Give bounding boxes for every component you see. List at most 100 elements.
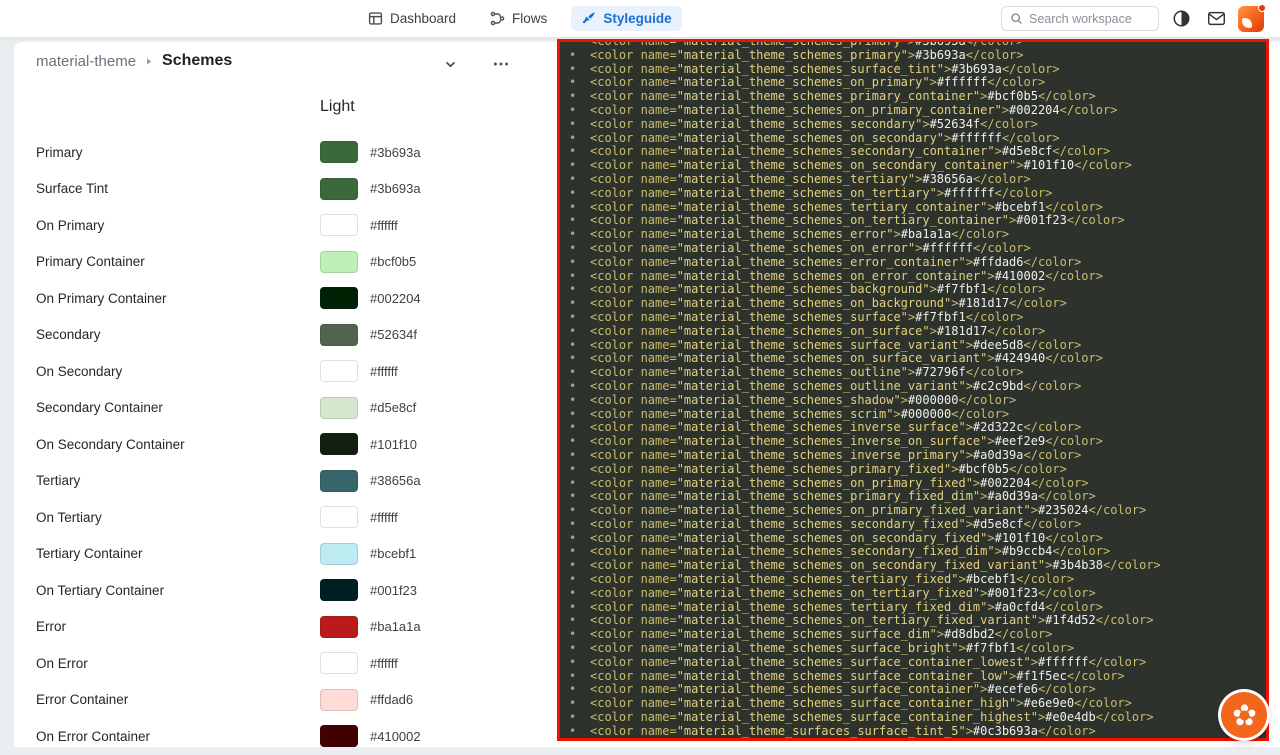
tab-label: Styleguide [603, 11, 672, 26]
code-line: • <color name="material_theme_schemes_out… [569, 366, 1024, 380]
color-swatch[interactable] [320, 396, 358, 419]
token-label: Tertiary Container [36, 546, 143, 562]
xml-code: • <color name="material_theme_schemes_pri… [560, 39, 1266, 738]
color-swatch[interactable] [320, 323, 358, 346]
code-line: • <color name="material_theme_schemes_on_… [569, 352, 1103, 366]
code-line: • <color name="material_theme_schemes_out… [569, 379, 1082, 393]
color-swatch[interactable] [320, 287, 358, 310]
theme-toggle-button[interactable] [1168, 6, 1194, 32]
token-label: Primary Container [36, 254, 145, 270]
page-dropdown-button[interactable] [444, 58, 457, 71]
color-swatch[interactable] [320, 360, 358, 383]
code-line: • <color name="material_theme_schemes_on_… [569, 559, 1161, 573]
code-line: • <color name="material_theme_schemes_on_… [569, 76, 1046, 90]
code-line: • <color name="material_theme_schemes_on_… [569, 103, 1118, 117]
token-label: On Error [36, 655, 88, 671]
code-line: • <color name="material_theme_schemes_sur… [569, 683, 1096, 697]
token-label: Surface Tint [36, 181, 109, 197]
code-line: • <color name="material_theme_schemes_sec… [569, 517, 1082, 531]
code-export-panel[interactable]: • <color name="material_theme_schemes_pri… [557, 39, 1269, 741]
token-label: Tertiary [36, 473, 81, 489]
flows-icon [490, 11, 505, 26]
token-label: On Secondary Container [36, 436, 185, 452]
tab-dashboard[interactable]: Dashboard [358, 6, 466, 31]
code-line: • <color name="material_theme_schemes_ter… [569, 600, 1103, 614]
top-navigation-bar: Dashboard Flows Styleguide [0, 0, 1280, 38]
code-line: • <color name="material_theme_schemes_err… [569, 255, 1082, 269]
search-input[interactable] [1029, 11, 1150, 26]
color-swatch[interactable] [320, 652, 358, 675]
color-swatch[interactable] [320, 141, 358, 164]
code-line: • <color name="material_theme_schemes_sur… [569, 669, 1125, 683]
tab-label: Dashboard [390, 11, 457, 26]
breadcrumb: material-theme Schemes [36, 52, 232, 70]
code-line: • <color name="material_theme_surfaces_su… [569, 724, 1096, 738]
code-line: • <color name="material_theme_schemes_on_… [569, 297, 1067, 311]
color-swatch[interactable] [320, 469, 358, 492]
code-line: • <color name="material_theme_schemes_inv… [569, 448, 1082, 462]
workspace-search[interactable] [1001, 6, 1159, 31]
ellipsis-icon [493, 62, 509, 66]
color-swatch[interactable] [320, 177, 358, 200]
token-label: Secondary Container [36, 400, 163, 416]
code-line: • <color name="material_theme_schemes_pri… [569, 48, 1024, 62]
code-line: • <color name="material_theme_schemes_sur… [569, 711, 1154, 725]
code-line: • <color name="material_theme_schemes_pri… [569, 462, 1067, 476]
token-label: On Secondary [36, 363, 123, 379]
color-swatch[interactable] [320, 579, 358, 602]
code-line: • <color name="material_theme_schemes_on_… [569, 241, 1031, 255]
token-label: Error [36, 619, 66, 635]
code-line: • <color name="material_theme_schemes_scr… [569, 407, 1010, 421]
code-line: • <color name="material_theme_schemes_sur… [569, 655, 1147, 669]
token-label: On Tertiary Container [36, 582, 165, 598]
code-line: • <color name="material_theme_schemes_on_… [569, 269, 1103, 283]
color-swatch[interactable] [320, 250, 358, 273]
color-swatch[interactable] [320, 542, 358, 565]
code-line: • <color name="material_theme_schemes_sur… [569, 628, 1053, 642]
main-nav-tabs: Dashboard Flows Styleguide [358, 0, 682, 37]
theme-toggle-icon [1173, 10, 1189, 27]
color-swatch[interactable] [320, 506, 358, 529]
tab-flows[interactable]: Flows [480, 6, 557, 31]
code-line: • <color name="material_theme_schemes_on_… [569, 186, 1053, 200]
mode-column-header: Light [320, 98, 355, 115]
code-line: • <color name="material_theme_schemes_on_… [569, 614, 1154, 628]
breadcrumb-parent[interactable]: material-theme [36, 53, 136, 70]
code-line: • <color name="material_theme_schemes_pri… [569, 490, 1096, 504]
code-line: • <color name="material_theme_schemes_ter… [569, 172, 1031, 186]
workspace-avatar[interactable] [1238, 3, 1266, 32]
floating-action-button[interactable] [1221, 692, 1267, 738]
color-swatch[interactable] [320, 214, 358, 237]
styleguide-icon [581, 11, 596, 26]
code-line: • <color name="material_theme_schemes_on_… [569, 159, 1132, 173]
code-line: • <color name="material_theme_schemes_bac… [569, 283, 1046, 297]
code-line: • <color name="material_theme_schemes_on_… [569, 214, 1125, 228]
tab-styleguide[interactable]: Styleguide [571, 6, 682, 31]
color-swatch[interactable] [320, 725, 358, 747]
code-line: • <color name="material_theme_schemes_inv… [569, 435, 1103, 449]
color-swatch[interactable] [320, 688, 358, 711]
code-line: • <color name="material_theme_schemes_err… [569, 228, 1010, 242]
code-line: • <color name="material_theme_schemes_on_… [569, 476, 1089, 490]
code-line: • <color name="material_theme_schemes_sur… [569, 62, 1060, 76]
code-line: • <color name="material_theme_schemes_on_… [569, 131, 1060, 145]
code-line: • <color name="material_theme_schemes_sur… [569, 697, 1132, 711]
color-swatch[interactable] [320, 615, 358, 638]
token-label: On Error Container [36, 728, 151, 744]
code-line: • <color name="material_theme_schemes_sec… [569, 117, 1038, 131]
code-line: • <color name="material_theme_schemes_sha… [569, 393, 1017, 407]
code-line: • <color name="material_theme_schemes_sec… [569, 145, 1111, 159]
code-line: • <color name="material_theme_schemes_pri… [569, 39, 1024, 48]
mail-icon [1207, 11, 1225, 26]
more-options-button[interactable] [492, 55, 510, 73]
breadcrumb-current-page: Schemes [162, 52, 233, 69]
pinwheel-logo-icon [1233, 703, 1255, 725]
code-line: • <color name="material_theme_schemes_on_… [569, 586, 1096, 600]
token-label: On Primary [36, 217, 105, 233]
code-line: • <color name="material_theme_schemes_sur… [569, 642, 1075, 656]
color-swatch[interactable] [320, 433, 358, 456]
code-line: • <color name="material_theme_schemes_sur… [569, 338, 1082, 352]
search-icon [1010, 12, 1023, 25]
inbox-button[interactable] [1203, 6, 1229, 32]
token-label: Error Container [36, 692, 129, 708]
